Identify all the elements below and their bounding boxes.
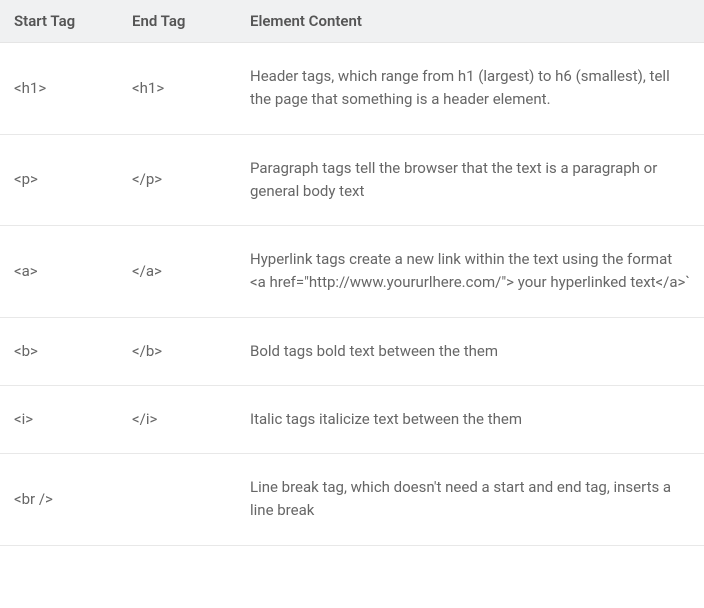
cell-description: Line break tag, which doesn't need a sta… xyxy=(236,454,704,546)
cell-end-tag xyxy=(118,454,236,546)
table-row: <h1> <h1> Header tags, which range from … xyxy=(0,43,704,135)
table-row: <b> </b> Bold tags bold text between the… xyxy=(0,317,704,385)
cell-start-tag: <h1> xyxy=(0,43,118,135)
cell-description: Hyperlink tags create a new link within … xyxy=(236,226,704,318)
cell-description: Bold tags bold text between the them xyxy=(236,317,704,385)
html-tags-table: Start Tag End Tag Element Content <h1> <… xyxy=(0,0,704,546)
cell-description: Italic tags italicize text between the t… xyxy=(236,385,704,453)
cell-end-tag: </b> xyxy=(118,317,236,385)
cell-start-tag: <p> xyxy=(0,134,118,226)
table-header-row: Start Tag End Tag Element Content xyxy=(0,0,704,43)
cell-description: Paragraph tags tell the browser that the… xyxy=(236,134,704,226)
table-row: <br /> Line break tag, which doesn't nee… xyxy=(0,454,704,546)
cell-end-tag: </p> xyxy=(118,134,236,226)
cell-end-tag: </a> xyxy=(118,226,236,318)
header-element-content: Element Content xyxy=(236,0,704,43)
table-row: <p> </p> Paragraph tags tell the browser… xyxy=(0,134,704,226)
table-row: <a> </a> Hyperlink tags create a new lin… xyxy=(0,226,704,318)
cell-description: Header tags, which range from h1 (larges… xyxy=(236,43,704,135)
cell-start-tag: <i> xyxy=(0,385,118,453)
header-start-tag: Start Tag xyxy=(0,0,118,43)
cell-end-tag: <h1> xyxy=(118,43,236,135)
table-row: <i> </i> Italic tags italicize text betw… xyxy=(0,385,704,453)
cell-start-tag: <b> xyxy=(0,317,118,385)
cell-start-tag: <a> xyxy=(0,226,118,318)
header-end-tag: End Tag xyxy=(118,0,236,43)
cell-end-tag: </i> xyxy=(118,385,236,453)
cell-start-tag: <br /> xyxy=(0,454,118,546)
